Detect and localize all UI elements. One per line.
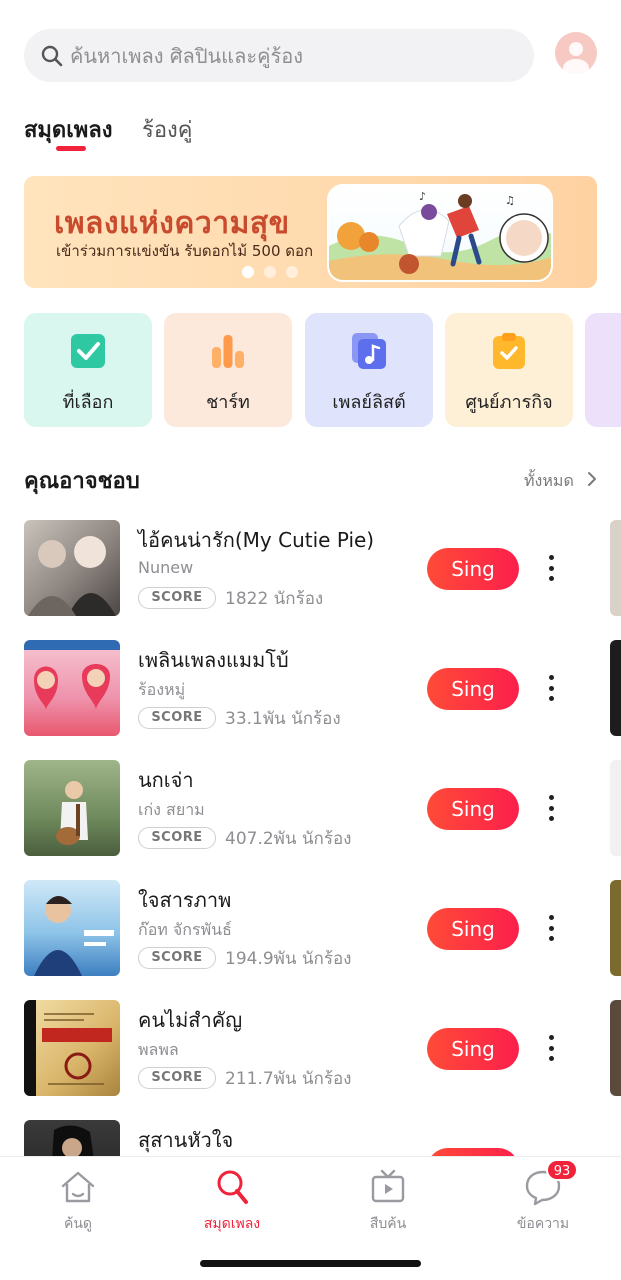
next-card-peek: [610, 640, 621, 736]
category-more[interactable]: [585, 313, 621, 427]
category-label: เพลย์ลิสต์: [332, 392, 406, 413]
next-card-peek: [610, 880, 621, 976]
category-label: ที่เลือก: [62, 392, 114, 413]
banner-illustration: ♪ ♫: [327, 184, 553, 282]
song-artist: พลพล: [138, 1040, 179, 1059]
tv-icon: [371, 1169, 405, 1203]
category-playlist[interactable]: เพลย์ลิสต์: [305, 313, 433, 427]
notification-badge: 93: [546, 1159, 578, 1181]
next-card-peek: [610, 760, 621, 856]
song-title: สุสานหัวใจ: [138, 1128, 234, 1152]
more-options-icon[interactable]: [541, 913, 561, 943]
score-badge: SCORE: [138, 947, 216, 969]
song-title: ใจสารภาพ: [138, 888, 232, 912]
album-cover: [24, 520, 120, 616]
album-cover: [24, 640, 120, 736]
bar-chart-icon: [212, 335, 244, 368]
category-mission-center[interactable]: ศูนย์ภารกิจ: [445, 313, 573, 427]
category-label: ชาร์ท: [206, 392, 250, 413]
pagination-dot[interactable]: [264, 266, 276, 278]
tab-explore[interactable]: สืบค้น: [328, 1167, 448, 1235]
home-indicator: [200, 1260, 421, 1267]
section-title: คุณอาจชอบ: [24, 469, 140, 494]
see-all-link[interactable]: ทั้งหมด: [524, 469, 574, 494]
tab-label: ข้อความ: [516, 1216, 570, 1232]
more-options-icon[interactable]: [541, 673, 561, 703]
score-badge: SCORE: [138, 827, 216, 849]
song-row[interactable]: คนไม่สำคัญ พลพล SCORE 211.7พัน นักร้อง S…: [24, 1000, 621, 1100]
microphone-icon: [217, 1170, 248, 1204]
svg-text:♫: ♫: [505, 194, 515, 207]
song-title: ไอ้คนน่ารัก(My Cutie Pie): [138, 528, 375, 552]
song-artist: ก๊อท จักรพันธ์: [138, 920, 232, 939]
song-artist: ร้องหมู่: [138, 680, 186, 699]
tab-messages[interactable]: ข้อความ: [483, 1167, 603, 1235]
home-icon: [61, 1171, 95, 1203]
clipboard-icon: [493, 333, 525, 369]
sing-button[interactable]: Sing: [427, 668, 519, 710]
song-row[interactable]: เพลินเพลงแมมโบ้ ร้องหมู่ SCORE 33.1พัน น…: [24, 640, 621, 740]
banner-subtitle: เข้าร่วมการแข่งขัน รับดอกไม้ 500 ดอก: [56, 242, 314, 260]
song-artist: Nunew: [138, 558, 194, 577]
tab-songbook-bottom[interactable]: สมุดเพลง: [172, 1167, 292, 1235]
album-cover: [24, 1000, 120, 1096]
banner-pagination: [242, 266, 298, 278]
search-placeholder: ค้นหาเพลง ศิลปินและคู่ร้อง: [70, 43, 303, 68]
score-badge: SCORE: [138, 587, 216, 609]
score-badge: SCORE: [138, 1067, 216, 1089]
promo-banner[interactable]: เพลงแห่งความสุข เข้าร่วมการแข่งขัน รับดอ…: [24, 176, 597, 288]
tab-label: สมุดเพลง: [203, 1216, 261, 1232]
singer-count: 407.2พัน นักร้อง: [225, 829, 352, 849]
more-options-icon[interactable]: [541, 553, 561, 583]
category-selected[interactable]: ที่เลือก: [24, 313, 152, 427]
tab-duet[interactable]: ร้องคู่: [142, 112, 193, 147]
singer-count: 1822 นักร้อง: [225, 589, 324, 609]
avatar[interactable]: [555, 32, 597, 74]
more-options-icon[interactable]: [541, 1033, 561, 1063]
tab-discover[interactable]: ค้นดู: [18, 1167, 138, 1235]
checkbox-icon: [71, 334, 105, 368]
tab-songbook[interactable]: สมุดเพลง: [24, 112, 112, 147]
sing-button[interactable]: Sing: [427, 1028, 519, 1070]
singer-count: 194.9พัน นักร้อง: [225, 949, 352, 969]
chevron-right-icon[interactable]: [585, 470, 599, 488]
search-bar[interactable]: ค้นหาเพลง ศิลปินและคู่ร้อง: [24, 29, 534, 82]
svg-text:♪: ♪: [419, 190, 426, 203]
avatar-person-icon: [563, 42, 589, 74]
sing-button[interactable]: Sing: [427, 548, 519, 590]
song-title: นกเจ่า: [138, 768, 194, 792]
song-row[interactable]: ใจสารภาพ ก๊อท จักรพันธ์ SCORE 194.9พัน น…: [24, 880, 621, 980]
next-card-peek: [610, 1000, 621, 1096]
sing-button[interactable]: Sing: [427, 788, 519, 830]
singer-count: 33.1พัน นักร้อง: [225, 709, 341, 729]
category-label: ศูนย์ภารกิจ: [465, 392, 553, 413]
tab-label: ค้นดู: [63, 1216, 93, 1232]
sing-button[interactable]: Sing: [427, 908, 519, 950]
next-card-peek: [610, 520, 621, 616]
song-title: คนไม่สำคัญ: [138, 1008, 243, 1032]
more-options-icon[interactable]: [541, 793, 561, 823]
category-chart[interactable]: ชาร์ท: [164, 313, 292, 427]
pagination-dot[interactable]: [242, 266, 254, 278]
search-icon: [41, 45, 63, 66]
tab-active-indicator: [56, 146, 86, 151]
song-row[interactable]: ไอ้คนน่ารัก(My Cutie Pie) Nunew SCORE 18…: [24, 520, 621, 620]
singer-count: 211.7พัน นักร้อง: [225, 1069, 352, 1089]
song-title: เพลินเพลงแมมโบ้: [138, 648, 289, 672]
song-artist: เก่ง สยาม: [138, 800, 205, 819]
tab-label: สืบค้น: [369, 1216, 407, 1232]
song-row[interactable]: นกเจ่า เก่ง สยาม SCORE 407.2พัน นักร้อง …: [24, 760, 621, 860]
album-cover: [24, 880, 120, 976]
album-cover: [24, 760, 120, 856]
playlist-icon: [352, 333, 386, 369]
pagination-dot[interactable]: [286, 266, 298, 278]
score-badge: SCORE: [138, 707, 216, 729]
